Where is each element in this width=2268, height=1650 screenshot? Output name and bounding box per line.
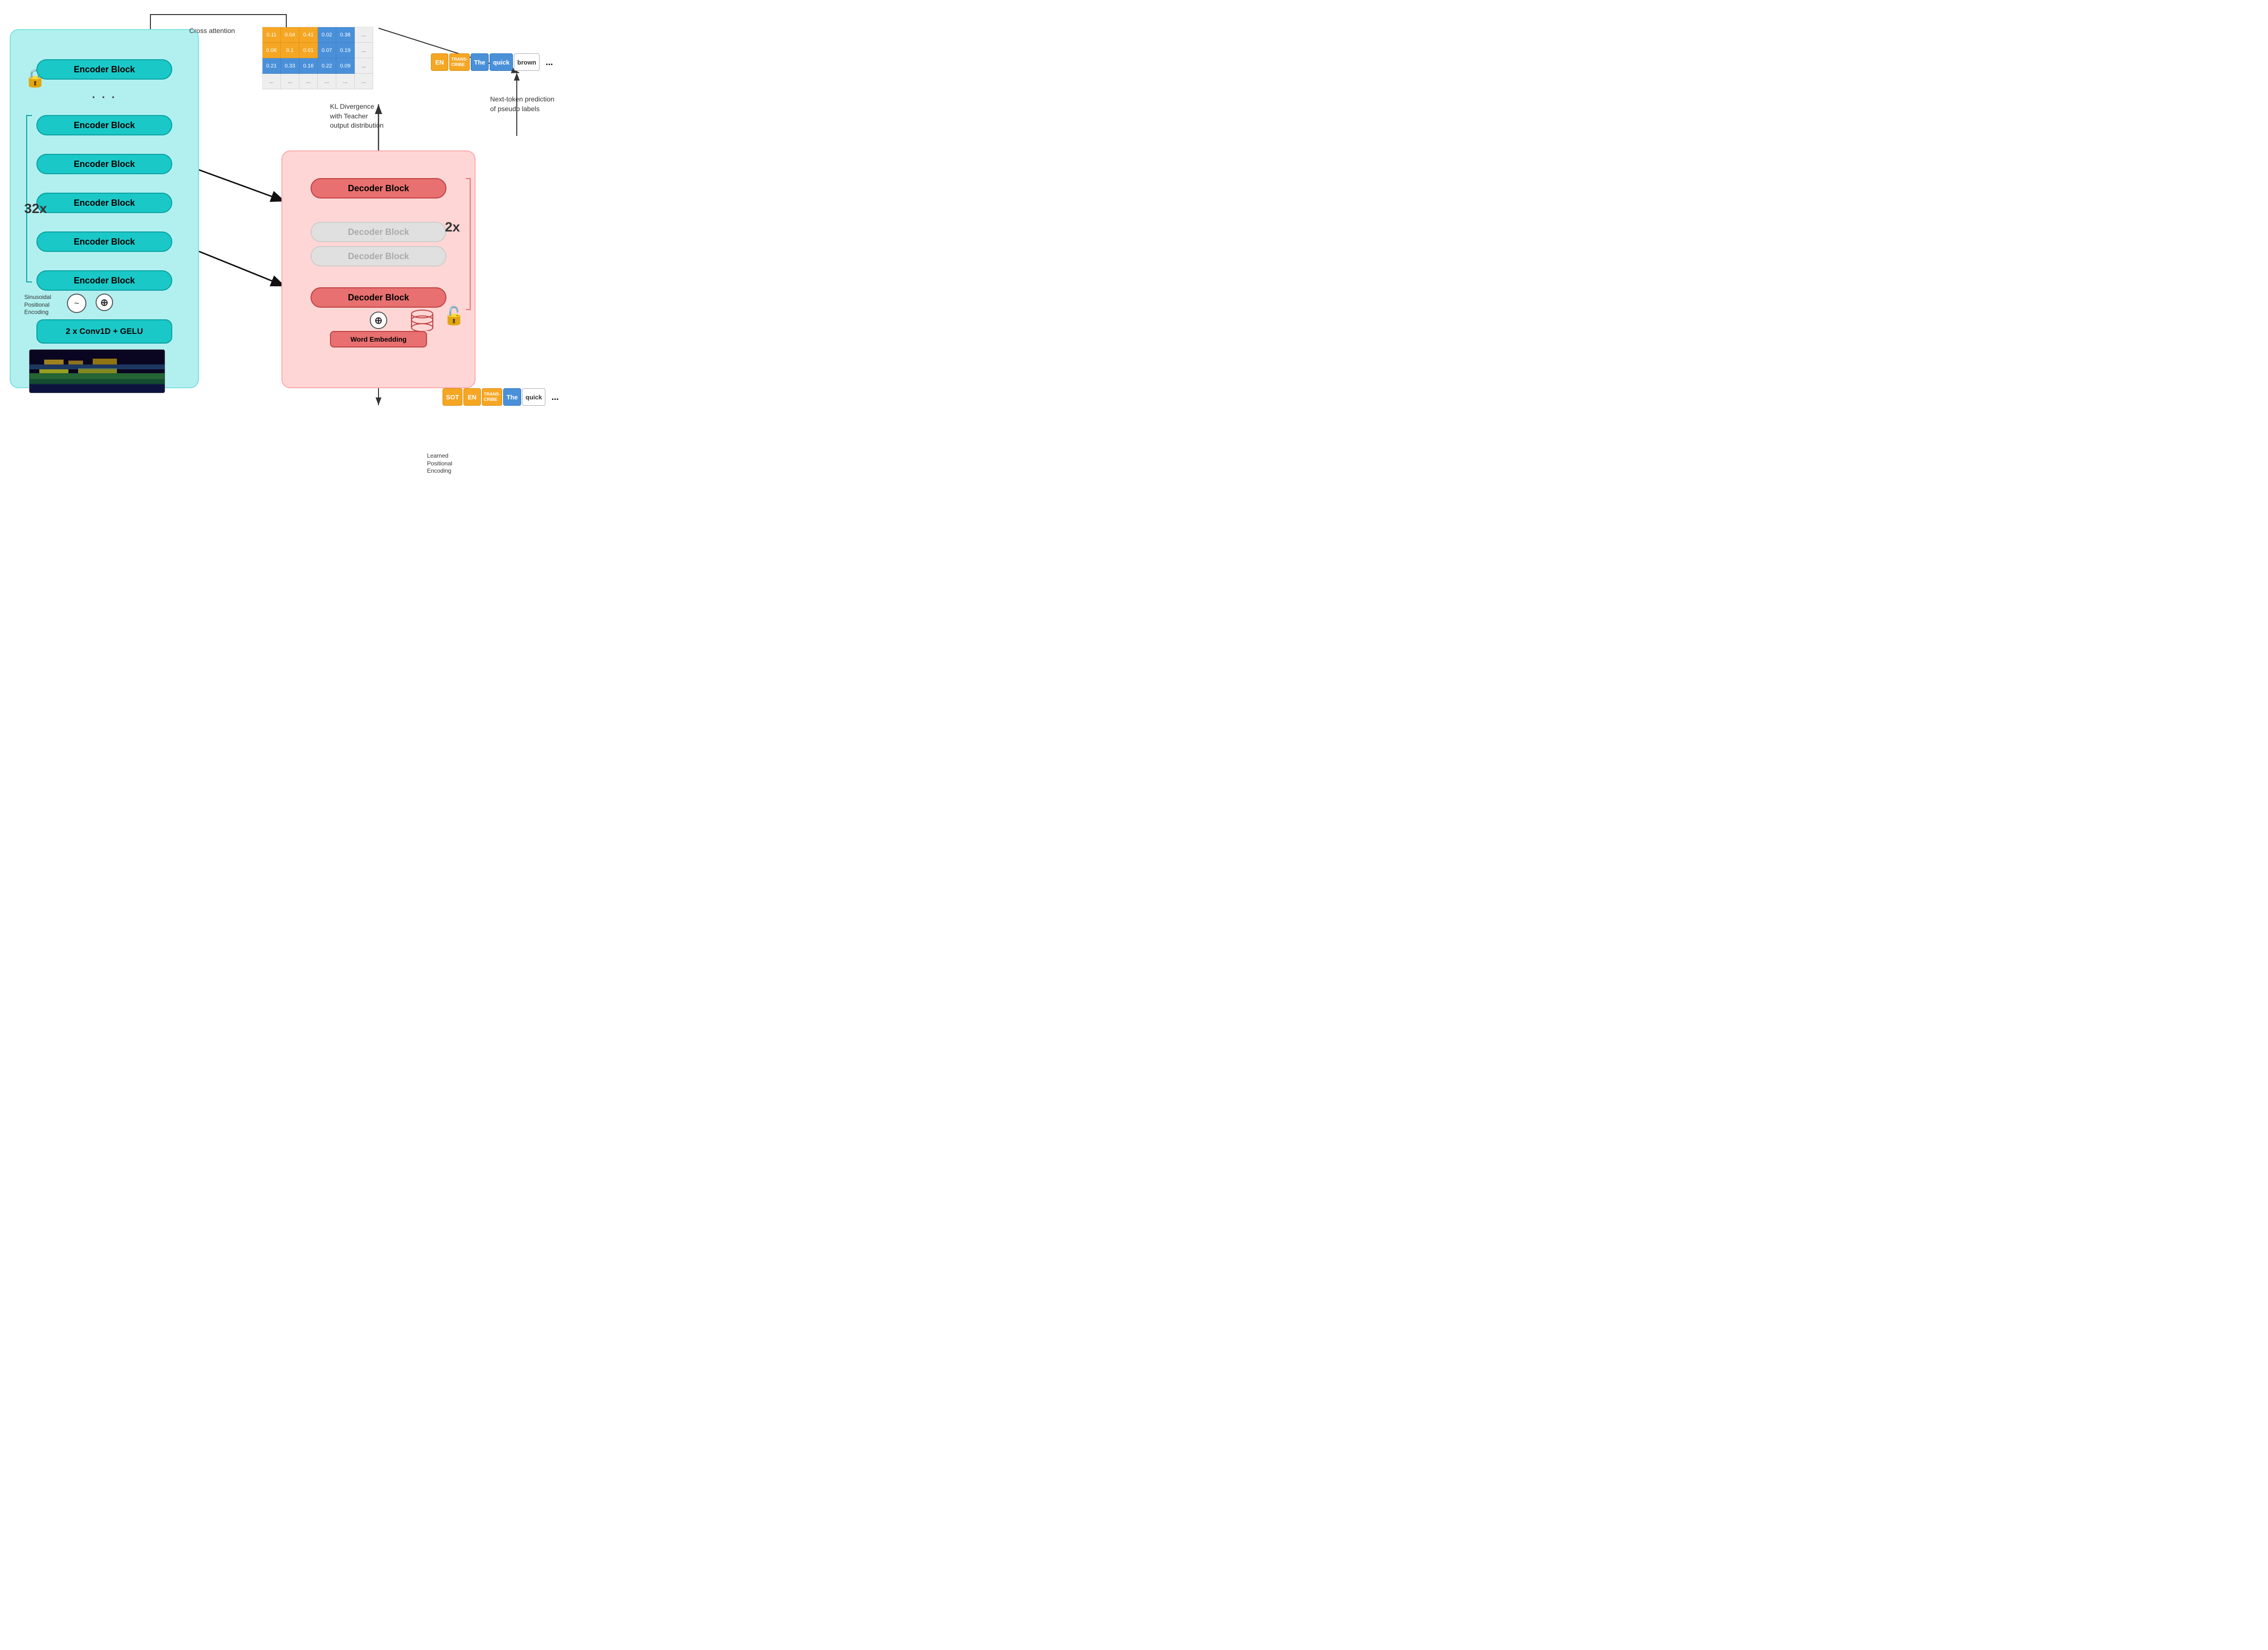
matrix-container: 0.11 0.04 0.41 0.02 0.38 ... 0.06 0.1 0.… [262,27,388,102]
token-the-bottom: The [503,388,521,406]
spectrogram-visual [30,350,165,393]
encoder-block-2: Encoder Block [36,115,172,135]
token-transcribe-bottom: TRANS-CRIBE [482,388,502,406]
token-dots-top: ... [541,53,558,71]
encoder-block-4: Encoder Block [36,193,172,213]
token-dots-bottom: ... [546,388,564,406]
encoder-container: 🔒 Encoder Block . . . Encoder Block Enco… [10,29,199,388]
word-embedding-block: Word Embedding [330,331,427,347]
diagram: 🔒 Encoder Block . . . Encoder Block Enco… [0,0,582,425]
next-token-prediction-label: Next-token prediction of pseudo labels [490,95,558,114]
spectrogram [29,349,165,393]
encoder-repeat-label: 32x [24,201,47,216]
token-en-top: EN [431,53,448,71]
learned-pos-encoding-icon [409,309,436,333]
learned-positional-encoding-label: LearnedPositionalEncoding [427,452,466,475]
attention-matrix: 0.11 0.04 0.41 0.02 0.38 ... 0.06 0.1 0.… [262,27,373,89]
sinusoidal-icon: ~ [67,294,86,313]
token-transcribe-top: TRANS-CRIBE [449,53,470,71]
kl-divergence-label: KL Divergence with Teacher output distri… [330,102,388,131]
token-quick-top: quick [490,53,513,71]
encoder-block-3: Encoder Block [36,154,172,174]
token-en-bottom: EN [463,388,481,406]
encoder-plus-circle: ⊕ [96,294,113,311]
encoder-block-5: Encoder Block [36,231,172,252]
decoder-block-1: Decoder Block [311,178,446,198]
token-the-top: The [471,53,489,71]
cross-attention-label: Cross attention [189,27,235,34]
encoder-dots: . . . [92,88,117,101]
input-token-sequence: SOT EN TRANS-CRIBE The quick ... [443,388,564,406]
encoder-bracket [26,115,32,282]
token-brown-top: brown [514,53,540,71]
lock-open-icon: 🔓 [443,306,465,326]
encoder-block-1: Encoder Block [36,59,172,80]
decoder-plus-circle: ⊕ [370,312,387,329]
decoder-repeat-label: 2x [445,219,460,235]
decoder-bracket [466,178,471,310]
output-token-sequence: EN TRANS-CRIBE The quick brown ... [431,53,558,71]
encoder-block-6: Encoder Block [36,270,172,291]
token-sot-bottom: SOT [443,388,462,406]
token-quick-bottom: quick [522,388,545,406]
sinusoidal-label: SinusoidalPositionalEncoding [24,294,63,316]
decoder-block-3-faded: Decoder Block [311,246,446,266]
conv1d-block: 2 x Conv1D + GELU [36,319,172,344]
decoder-container: 🔓 Decoder Block Decoder Block . . Decode… [281,150,476,388]
decoder-dots: . . [373,231,384,242]
decoder-block-4: Decoder Block [311,287,446,308]
